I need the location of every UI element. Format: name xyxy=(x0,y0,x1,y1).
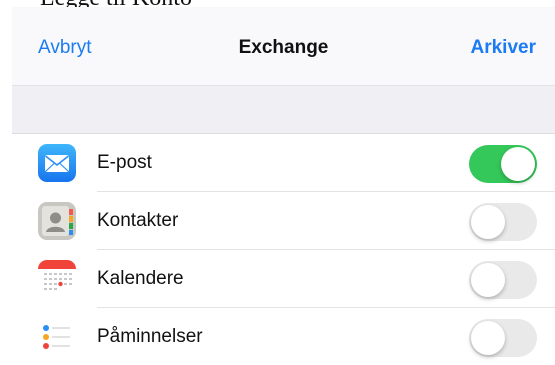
list-item-mail: E-post xyxy=(12,134,555,192)
sync-options-list: E-post Kontakter Kalendere Påminnelser xyxy=(12,134,555,365)
mail-toggle[interactable] xyxy=(469,145,537,183)
item-label: E-post xyxy=(97,152,152,173)
mail-icon xyxy=(38,144,76,182)
item-label: Påminnelser xyxy=(97,326,203,347)
toggle-knob xyxy=(471,263,505,297)
toggle-knob xyxy=(471,205,505,239)
contacts-toggle[interactable] xyxy=(469,203,537,241)
item-label: Kalendere xyxy=(97,268,184,289)
exchange-account-sheet: Exchange Avbryt Arkiver E-post Kontakter… xyxy=(12,7,555,365)
navigation-bar: Exchange Avbryt Arkiver xyxy=(12,7,555,86)
list-item-contacts: Kontakter xyxy=(12,192,555,250)
save-button[interactable]: Arkiver xyxy=(471,37,537,59)
section-spacer xyxy=(12,86,555,134)
reminders-toggle[interactable] xyxy=(469,319,537,357)
calendars-toggle[interactable] xyxy=(469,261,537,299)
contacts-icon xyxy=(38,202,76,240)
list-item-calendars: Kalendere xyxy=(12,250,555,308)
list-item-reminders: Påminnelser xyxy=(12,308,555,365)
toggle-knob xyxy=(501,147,535,181)
item-label: Kontakter xyxy=(97,210,179,231)
cancel-button[interactable]: Avbryt xyxy=(38,37,92,59)
reminders-icon xyxy=(38,318,76,356)
toggle-knob xyxy=(471,321,505,355)
calendar-icon xyxy=(38,260,76,298)
